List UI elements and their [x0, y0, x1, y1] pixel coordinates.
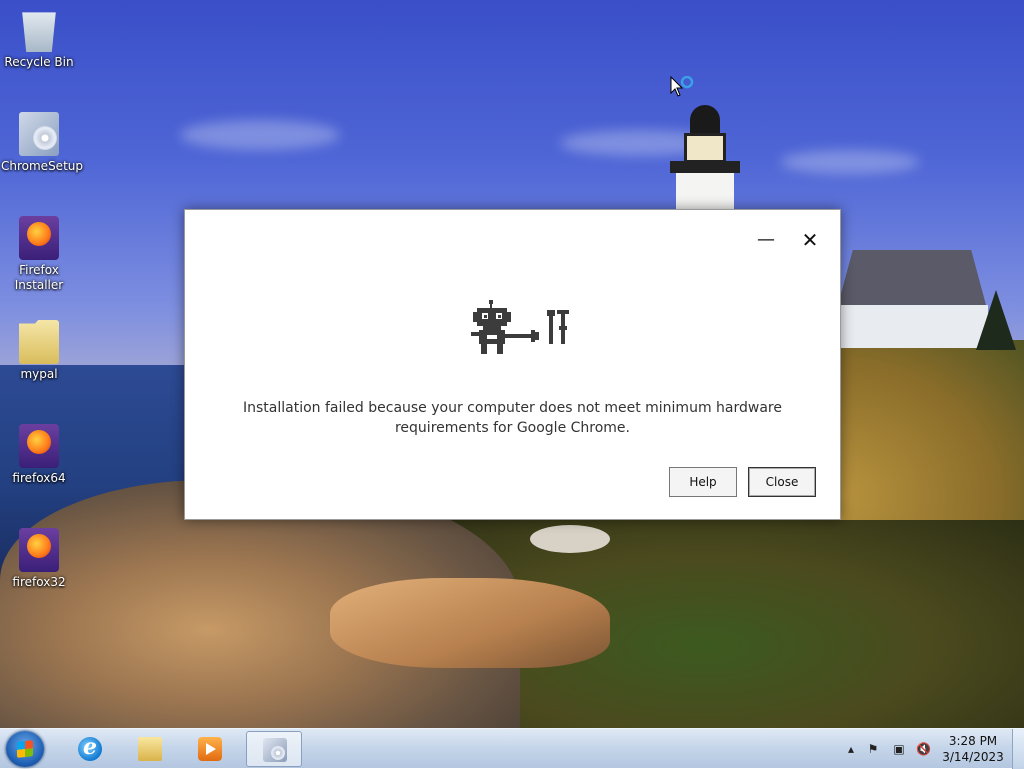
close-icon[interactable]: ✕ — [797, 228, 823, 252]
internet-explorer-icon — [78, 734, 102, 761]
wallpaper-boulder — [330, 578, 610, 668]
clock-date: 3/14/2023 — [942, 750, 1004, 764]
taskbar-windows-explorer[interactable] — [122, 731, 178, 767]
network-icon[interactable]: ▣ — [892, 742, 906, 756]
volume-muted-icon[interactable]: 🔇 — [916, 742, 931, 756]
busy-cursor-icon — [670, 76, 694, 97]
installer-error-dialog: — ✕ Installation failed because your com… — [184, 209, 841, 520]
wallpaper-house — [838, 250, 988, 348]
recycle-bin-icon — [22, 12, 56, 52]
taskbar-internet-explorer[interactable] — [62, 731, 118, 767]
desktop-icon-chromesetup[interactable]: ChromeSetup — [1, 112, 83, 174]
clock-time: 3:28 PM — [948, 734, 998, 748]
desktop-icon-mypal[interactable]: mypal — [1, 320, 77, 382]
taskbar-chromesetup[interactable] — [246, 731, 302, 767]
start-button[interactable] — [6, 731, 44, 767]
error-message: Installation failed because your compute… — [243, 400, 782, 436]
broken-robot-icon — [471, 300, 569, 354]
desktop-icon-label: firefox64 — [12, 471, 66, 485]
desktop-icon-recycle-bin[interactable]: Recycle Bin — [1, 8, 77, 70]
wallpaper-cloud — [180, 120, 340, 150]
action-center-flag-icon[interactable]: ⚑ — [866, 742, 880, 756]
desktop-icon-firefox-installer[interactable]: Firefox Installer — [1, 216, 77, 293]
media-player-icon — [198, 737, 222, 761]
taskbar: ▴ ⚑ ▣ 🔇 3:28 PM 3/14/2023 — [0, 728, 1024, 769]
firefox-installer-icon — [19, 216, 59, 260]
folder-icon — [19, 320, 59, 364]
show-desktop-button[interactable] — [1012, 729, 1024, 769]
desktop-icon-firefox32[interactable]: firefox32 — [1, 528, 77, 590]
help-button[interactable]: Help — [669, 467, 737, 497]
desktop-icon-label: firefox32 — [12, 575, 66, 589]
minimize-button[interactable]: — — [753, 228, 779, 252]
installer-icon — [263, 738, 287, 762]
desktop-icon-label: ChromeSetup — [1, 159, 83, 173]
show-hidden-icons-icon[interactable]: ▴ — [844, 742, 858, 756]
desktop-icon-label: mypal — [20, 367, 58, 381]
folder-icon — [138, 737, 162, 761]
desktop-icon-firefox64[interactable]: firefox64 — [1, 424, 77, 486]
desktop-icon-label: Firefox Installer — [14, 263, 64, 292]
close-button[interactable]: Close — [748, 467, 816, 497]
firefox-installer-icon — [19, 424, 59, 468]
system-clock[interactable]: 3:28 PM 3/14/2023 — [940, 733, 1006, 765]
wallpaper-cloud — [780, 150, 920, 174]
wallpaper-boulder — [530, 525, 610, 553]
wallpaper-lighthouse — [670, 105, 740, 218]
firefox-installer-icon — [19, 528, 59, 572]
taskbar-media-player[interactable] — [182, 731, 238, 767]
desktop-icon-label: Recycle Bin — [4, 55, 74, 69]
installer-icon — [19, 112, 59, 156]
